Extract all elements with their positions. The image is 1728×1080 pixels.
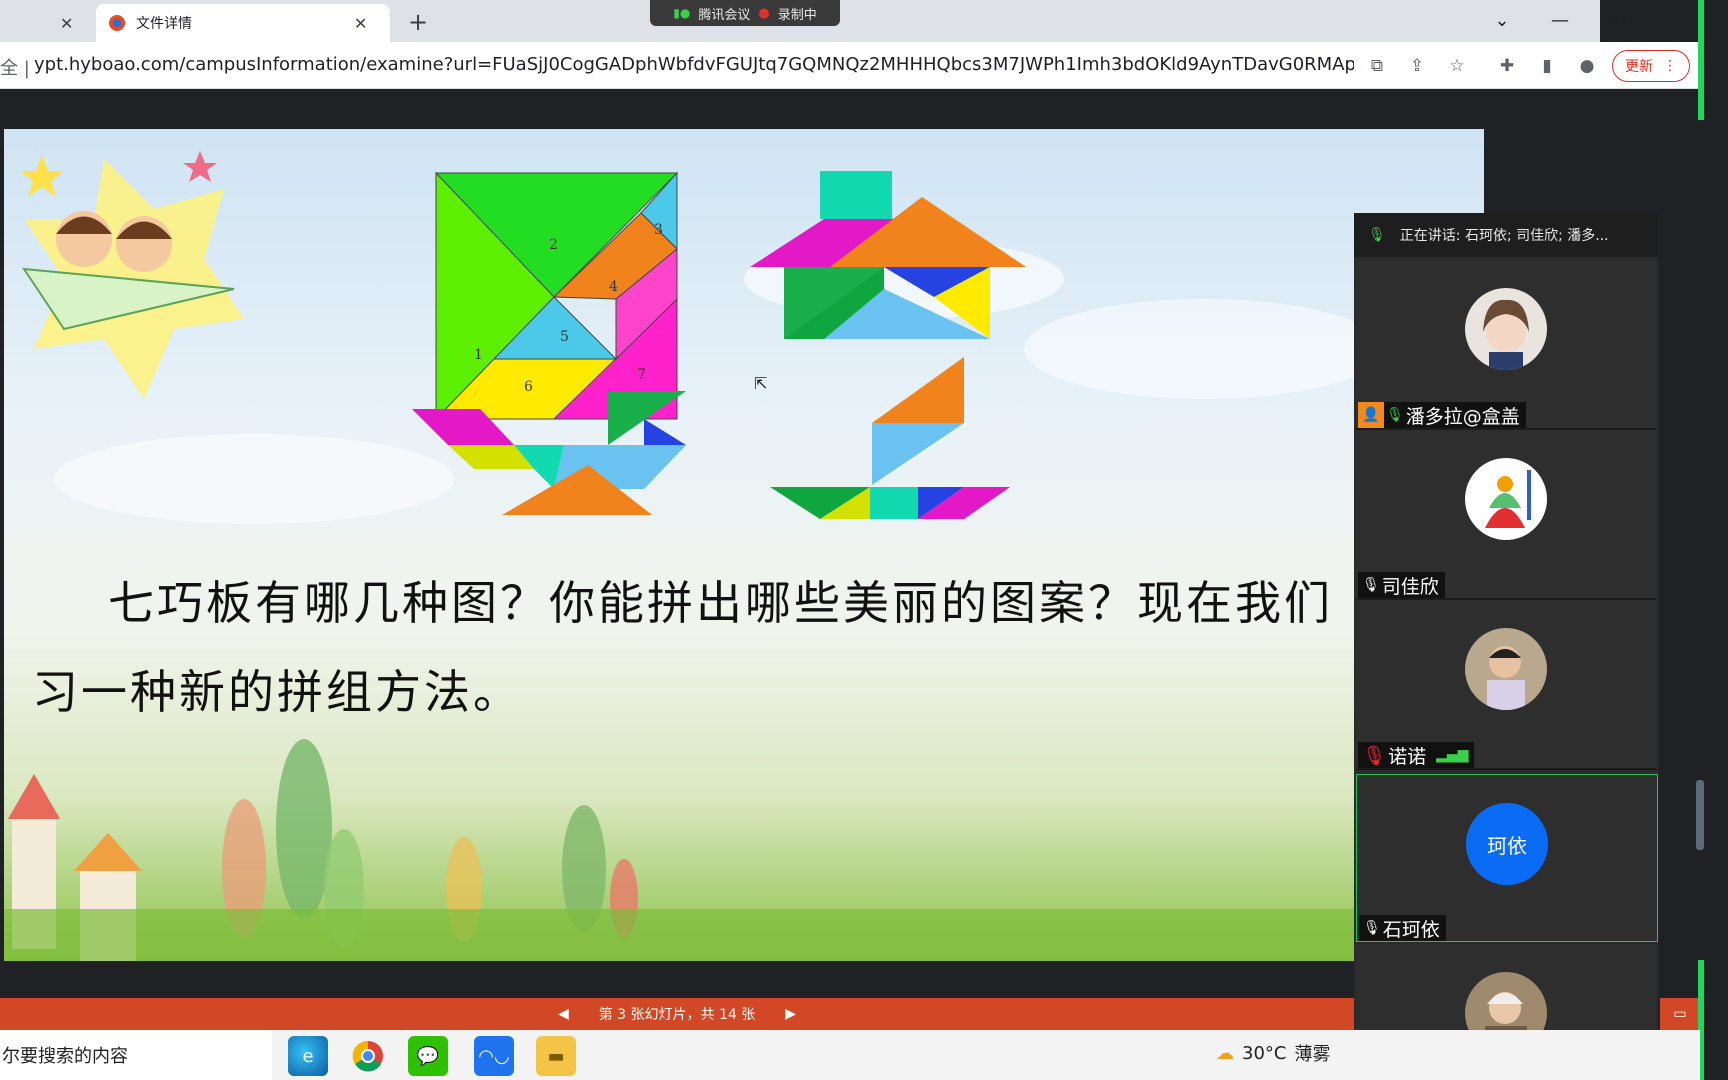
slide-navigation-bar: ◀ 第 3 张幻灯片，共 14 张 ▶ <box>0 998 1354 1030</box>
avatar <box>1465 458 1547 540</box>
wechat-icon[interactable]: 💬 <box>408 1036 448 1076</box>
chrome-icon[interactable] <box>348 1036 388 1076</box>
microphone-icon: 🎙 <box>1363 920 1381 936</box>
restore-button[interactable]: ❐ <box>1600 6 1636 34</box>
edge-icon[interactable]: e <box>288 1036 328 1076</box>
window-close-button[interactable]: ✕ <box>1656 6 1692 34</box>
microphone-icon: 🎙 <box>1362 577 1380 593</box>
bookmark-star-icon[interactable]: ☆ <box>1444 54 1470 78</box>
host-icon: 👤 <box>1358 402 1384 428</box>
weather-description: 薄雾 <box>1294 1044 1331 1065</box>
participant-name: 潘多拉@盒盖 <box>1405 405 1520 428</box>
new-tab-button[interactable]: + <box>408 8 428 36</box>
weather-widget[interactable]: ☁ 30°C 薄雾 <box>1216 1040 1330 1066</box>
meeting-status-badge[interactable]: ▮● 腾讯会议 ● 录制中 <box>650 0 840 26</box>
translate-icon[interactable]: ⧉ <box>1364 54 1390 78</box>
tangram-piece-number: 1 <box>474 347 483 363</box>
side-panel-icon[interactable]: ▮ <box>1534 54 1560 78</box>
close-icon[interactable]: ✕ <box>60 14 73 33</box>
close-icon[interactable]: ✕ <box>354 14 367 33</box>
microphone-muted-icon: 🎙 <box>1362 744 1387 767</box>
slide-counter: 第 3 张幻灯片，共 14 张 <box>598 1007 756 1023</box>
avatar: 珂依 <box>1466 803 1548 885</box>
participant-tile-active[interactable]: 珂依 🎙 石珂依 <box>1356 774 1658 942</box>
speaking-text: 正在讲话: 石珂依; 司佳欣; 潘多... <box>1399 228 1609 244</box>
tangram-piece-number: 3 <box>654 222 663 238</box>
record-icon: ● <box>758 5 770 21</box>
weather-fog-icon: ☁ <box>1216 1042 1234 1064</box>
microphone-icon: 🎙 <box>1368 227 1386 243</box>
recording-label: 录制中 <box>777 7 817 23</box>
extensions-icon[interactable]: ✚ <box>1494 54 1520 78</box>
tangram-piece-number: 4 <box>609 279 618 295</box>
tangram-piece-number: 5 <box>560 329 569 345</box>
participant-name-tag: 🎙 石珂依 <box>1359 915 1446 941</box>
participant-name: 石珂依 <box>1382 918 1440 941</box>
url-prefix: 全 | <box>0 58 30 79</box>
meeting-app-label: 腾讯会议 <box>698 7 751 23</box>
participant-name: 司佳欣 <box>1381 575 1439 598</box>
update-label: 更新 <box>1625 59 1653 75</box>
tab-title: 文件详情 <box>136 16 192 32</box>
screen-share-border <box>1698 0 1704 120</box>
update-button[interactable]: 更新 ⋮ <box>1612 50 1690 82</box>
file-explorer-icon[interactable]: ▬ <box>536 1036 576 1076</box>
mouse-cursor-icon: ⇱ <box>754 374 768 393</box>
participant-tile[interactable]: 🎙 司佳欣 <box>1356 430 1656 600</box>
next-slide-button[interactable]: ▶ <box>785 1006 796 1022</box>
slide-question-line2: 习一种新的拼组方法。 <box>32 665 522 719</box>
tangram-boat <box>770 357 1010 519</box>
avatar <box>1465 288 1547 370</box>
tangram-piece-number: 6 <box>524 379 533 395</box>
avatar <box>1465 628 1547 710</box>
participant-tile[interactable]: 🎙 诺诺 ▂▄▆ <box>1356 600 1656 770</box>
share-icon[interactable]: ⇪ <box>1404 54 1430 78</box>
tab-search-icon[interactable]: ⌄ <box>1484 6 1520 34</box>
tangram-piece-number: 7 <box>637 367 646 383</box>
speaking-indicator: 🎙 正在讲话: 石珂依; 司佳欣; 潘多... <box>1354 213 1658 257</box>
previous-slide-button[interactable]: ◀ <box>558 1006 569 1022</box>
slide-artwork: 1 2 3 4 5 6 7 <box>4 151 1484 961</box>
participant-name-tag: 👤 🎙 潘多拉@盒盖 <box>1358 402 1526 428</box>
slide-question-line1: 七巧板有哪几种图？你能拼出哪些美丽的图案？现在我们 <box>108 576 1333 630</box>
minimize-button[interactable]: — <box>1542 6 1578 34</box>
tencent-meeting-icon[interactable]: ◠◡ <box>474 1036 514 1076</box>
slideshow-icon[interactable]: ▭ <box>1660 998 1700 1030</box>
tangram-house <box>750 171 1026 339</box>
participant-tile[interactable]: 👤 🎙 潘多拉@盒盖 <box>1356 260 1656 430</box>
more-menu-icon[interactable]: ⋮ <box>1663 58 1677 74</box>
weather-temperature: 30°C <box>1242 1042 1287 1064</box>
site-favicon-icon <box>109 15 125 31</box>
tab-active[interactable]: 文件详情 ✕ <box>96 4 390 42</box>
tab-previous[interactable]: ✕ <box>0 4 92 42</box>
profile-icon[interactable]: ● <box>1574 54 1600 78</box>
participant-name-tag: 🎙 司佳欣 <box>1358 572 1445 598</box>
address-bar[interactable]: ypt.hyboao.com/campusInformation/examine… <box>34 54 1354 75</box>
tangram-piece-number: 2 <box>549 237 558 253</box>
tangram-rectangle: 1 2 3 4 5 6 7 <box>434 171 679 421</box>
microphone-icon: 🎙 <box>1386 407 1404 423</box>
panel-scrollbar[interactable] <box>1696 780 1704 850</box>
taskbar-search-input[interactable]: 尔要搜索的内容 <box>0 1030 272 1080</box>
signal-icon: ▮● <box>673 6 691 20</box>
signal-strength-icon: ▂▄▆ <box>1436 747 1469 763</box>
participant-name: 诺诺 <box>1388 745 1427 768</box>
participant-name-tag: 🎙 诺诺 ▂▄▆ <box>1358 742 1475 768</box>
presentation-slide: 1 2 3 4 5 6 7 ⇱ <box>4 129 1484 961</box>
